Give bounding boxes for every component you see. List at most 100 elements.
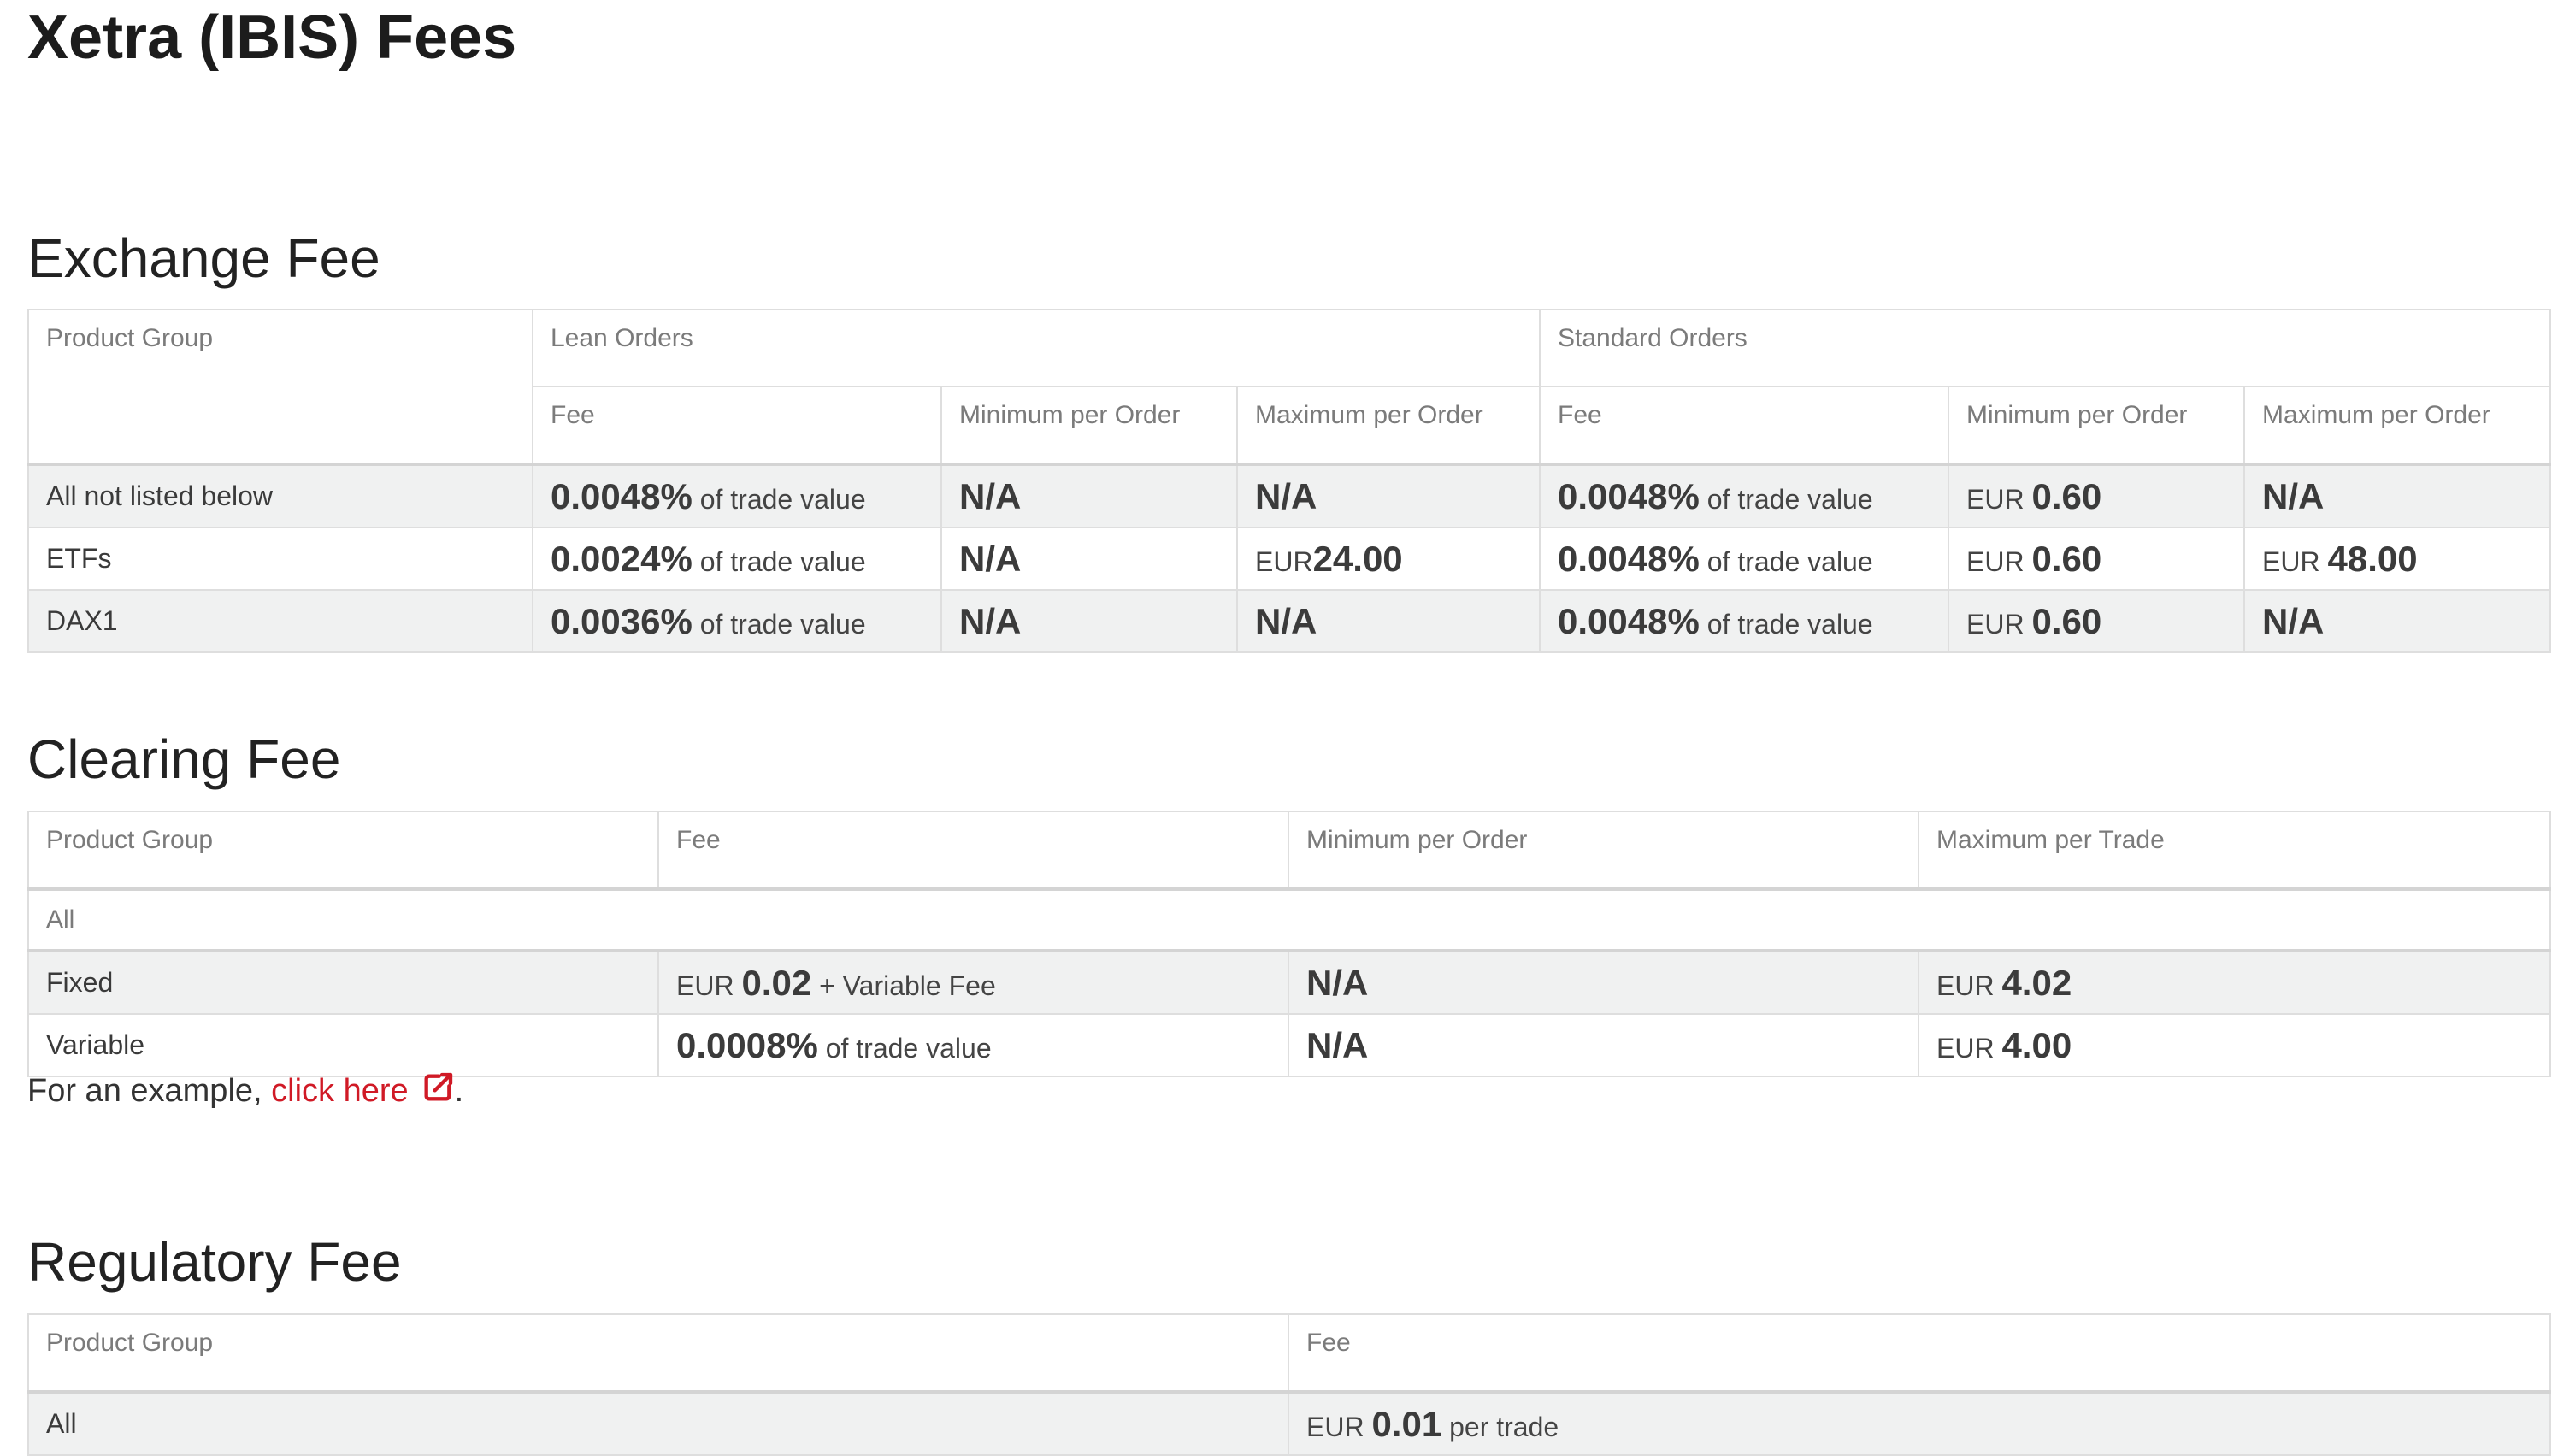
product-group-cell: All not listed below <box>27 463 533 528</box>
standard-fee-cell: 0.0048% of trade value <box>1539 463 1950 528</box>
fee-unit: of trade value <box>699 483 866 515</box>
header-lean-fee: Fee <box>532 386 942 466</box>
currency: EUR <box>1966 608 2025 640</box>
standard-max-cell: N/A <box>2243 589 2552 653</box>
header-lean-minimum: Minimum per Order <box>940 386 1238 466</box>
max-value: N/A <box>1255 475 1317 516</box>
standard-min-cell: EUR 0.60 <box>1948 527 2246 591</box>
fee-suffix: per trade <box>1449 1411 1559 1442</box>
min-value: N/A <box>959 475 1022 516</box>
max-cell: EUR 4.00 <box>1918 1013 2551 1077</box>
currency: EUR <box>1255 545 1313 577</box>
product-group-cell: ETFs <box>27 527 533 591</box>
lean-max-cell: N/A <box>1235 463 1541 528</box>
currency: EUR <box>1306 1411 1364 1442</box>
header-product-group: Product Group <box>27 811 659 891</box>
fee-value: 0.0024% <box>551 538 693 579</box>
header-fee: Fee <box>1288 1313 2551 1394</box>
group-label: All <box>27 888 2551 952</box>
max-value: N/A <box>2262 475 2325 516</box>
clearing-fee-table: Product Group Fee Minimum per Order Maxi… <box>27 811 2551 1077</box>
fee-cell: EUR 0.02 + Variable Fee <box>657 950 1289 1015</box>
header-standard-maximum: Maximum per Order <box>2243 386 2552 466</box>
min-cell: N/A <box>1288 950 1919 1015</box>
currency: EUR <box>676 970 734 1001</box>
max-value: 4.00 <box>2001 1024 2072 1065</box>
currency: EUR <box>1966 483 2025 515</box>
header-standard-fee: Fee <box>1539 386 1950 466</box>
header-product-group: Product Group <box>27 309 533 466</box>
example-line: For an example, click here. <box>27 1067 463 1118</box>
lean-min-cell: N/A <box>940 463 1238 528</box>
product-group-cell: All <box>27 1391 1289 1456</box>
header-lean-orders: Lean Orders <box>531 309 1541 387</box>
header-product-group: Product Group <box>27 1313 1289 1394</box>
lean-min-cell: N/A <box>940 527 1238 591</box>
max-value: N/A <box>2262 600 2325 641</box>
currency: EUR <box>1966 545 2025 577</box>
currency: EUR <box>2262 545 2320 577</box>
min-value: N/A <box>959 538 1022 579</box>
lean-max-cell: N/A <box>1235 589 1541 653</box>
max-value: 48.00 <box>2327 538 2418 579</box>
click-here-label: click here <box>271 1073 409 1109</box>
currency: EUR <box>1936 1032 1995 1064</box>
header-maximum-per-trade: Maximum per Trade <box>1918 811 2551 891</box>
header-standard-minimum: Minimum per Order <box>1948 386 2246 466</box>
exchange-fee-table: Product Group Lean Orders Standard Order… <box>27 309 2552 653</box>
product-group-cell: DAX1 <box>27 589 533 653</box>
header-minimum-per-order: Minimum per Order <box>1288 811 1919 891</box>
exchange-fee-title: Exchange Fee <box>27 227 380 289</box>
lean-min-cell: N/A <box>940 589 1238 653</box>
fee-value: 0.0048% <box>1558 475 1700 516</box>
min-cell: N/A <box>1288 1013 1919 1077</box>
fee-value: 0.01 <box>1371 1403 1442 1444</box>
header-lean-maximum: Maximum per Order <box>1235 386 1541 466</box>
fee-value: 0.0048% <box>551 475 693 516</box>
max-cell: EUR 4.02 <box>1918 950 2551 1015</box>
min-value: N/A <box>1306 962 1369 1003</box>
fee-suffix: of trade value <box>825 1032 992 1064</box>
table-row: All EUR 0.01 per trade <box>27 1391 2551 1456</box>
click-here-link[interactable]: click here <box>271 1072 455 1109</box>
fee-unit: of trade value <box>1706 545 1873 577</box>
header-fee: Fee <box>657 811 1289 891</box>
min-value: 0.60 <box>2031 538 2102 579</box>
lean-max-cell: EUR24.00 <box>1235 527 1541 591</box>
lean-fee-cell: 0.0036% of trade value <box>532 589 942 653</box>
group-row: All <box>27 888 2551 952</box>
max-value: 4.02 <box>2001 962 2072 1003</box>
fee-value: 0.0048% <box>1558 600 1700 641</box>
table-row: DAX1 0.0036% of trade value N/A N/A 0.00… <box>27 589 2552 653</box>
example-suffix: . <box>454 1073 464 1109</box>
standard-fee-cell: 0.0048% of trade value <box>1539 589 1950 653</box>
fee-value: 0.0036% <box>551 600 693 641</box>
standard-min-cell: EUR 0.60 <box>1948 463 2246 528</box>
external-link-icon <box>421 1070 455 1118</box>
table-row: ETFs 0.0024% of trade value N/A EUR24.00… <box>27 527 2552 591</box>
header-standard-orders: Standard Orders <box>1539 309 2552 387</box>
example-prefix: For an example, <box>27 1073 262 1109</box>
fee-unit: of trade value <box>1706 608 1873 640</box>
min-value: 0.60 <box>2031 475 2102 516</box>
fee-value: 0.0008% <box>676 1024 818 1065</box>
fee-unit: of trade value <box>1706 483 1873 515</box>
table-row: Fixed EUR 0.02 + Variable Fee N/A EUR 4.… <box>27 950 2551 1015</box>
currency: EUR <box>1936 970 1995 1001</box>
lean-fee-cell: 0.0048% of trade value <box>532 463 942 528</box>
fee-unit: of trade value <box>699 545 866 577</box>
regulatory-fee-title: Regulatory Fee <box>27 1231 402 1293</box>
fee-unit: of trade value <box>699 608 866 640</box>
fee-value: 0.0048% <box>1558 538 1700 579</box>
regulatory-fee-table: Product Group Fee All EUR 0.01 per trade <box>27 1313 2551 1456</box>
min-value: N/A <box>959 600 1022 641</box>
standard-max-cell: EUR 48.00 <box>2243 527 2552 591</box>
page: Xetra (IBIS) Fees Exchange Fee Product G… <box>0 0 2552 1456</box>
standard-min-cell: EUR 0.60 <box>1948 589 2246 653</box>
min-value: 0.60 <box>2031 600 2102 641</box>
page-title: Xetra (IBIS) Fees <box>27 3 517 72</box>
product-group-cell: Fixed <box>27 950 659 1015</box>
max-value: 24.00 <box>1312 538 1403 579</box>
fee-cell: EUR 0.01 per trade <box>1288 1391 2551 1456</box>
clearing-fee-title: Clearing Fee <box>27 728 341 790</box>
